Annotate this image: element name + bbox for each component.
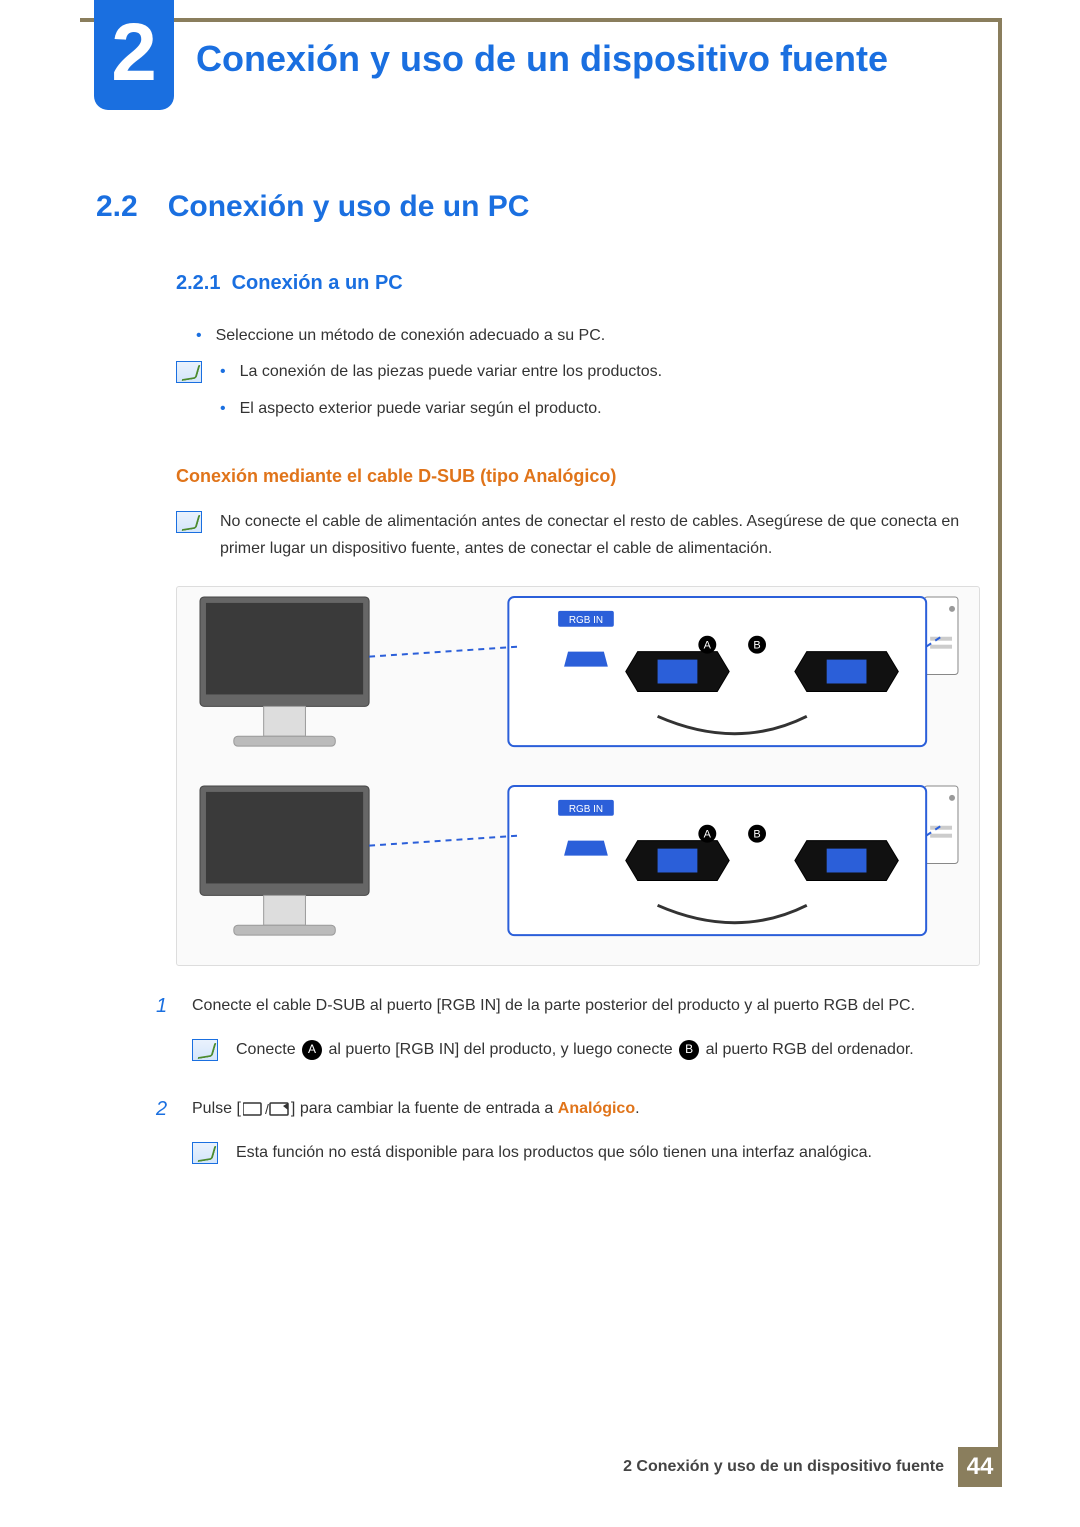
note-text: El aspecto exterior puede variar según e… <box>240 396 602 422</box>
step2-part: ] para cambiar la fuente de entrada a <box>291 1100 558 1117</box>
letter-a-icon: A <box>302 1040 322 1060</box>
bullet-icon: • <box>220 396 226 422</box>
right-rule <box>998 18 1002 1467</box>
label-a: A <box>704 829 712 841</box>
step2-text: Pulse [ / ] para cambiar la fuente de entr… <box>192 1095 980 1124</box>
step2-note-text: Esta función no está disponible para los… <box>236 1144 872 1161</box>
step2-part: Pulse [ <box>192 1100 241 1117</box>
subsection-title: Conexión a un PC <box>232 272 403 294</box>
source-button-icon: / <box>243 1101 289 1117</box>
label-b: B <box>753 640 760 652</box>
section-heading: 2.2 Conexión y uso de un PC <box>96 190 980 224</box>
note-step1: Conecte A al puerto [RGB IN] del product… <box>192 1037 980 1063</box>
note-icon <box>176 361 202 383</box>
footer-text: 2 Conexión y uso de un dispositivo fuent… <box>623 1458 944 1476</box>
note-icon <box>192 1039 218 1061</box>
step-2: 2 Pulse [ / ] para cambiar la fuente de en… <box>156 1095 980 1172</box>
page-footer: 2 Conexión y uso de un dispositivo fuent… <box>623 1447 1002 1487</box>
note-text: No conecte el cable de alimentación ante… <box>220 513 959 556</box>
step1-text: Conecte el cable D-SUB al puerto [RGB IN… <box>192 992 980 1021</box>
bullet-icon: • <box>196 323 202 349</box>
step1-note-part: al puerto [RGB IN] del producto, y luego… <box>329 1041 678 1058</box>
bullet-text: Seleccione un método de conexión adecuad… <box>216 323 606 349</box>
note-text: La conexión de las piezas puede variar e… <box>240 359 662 385</box>
rgb-in-label: RGB IN <box>569 615 603 626</box>
chapter-number-badge: 2 <box>94 0 174 110</box>
subsection-number: 2.2.1 <box>176 272 220 294</box>
step1-note-part: Conecte <box>236 1041 300 1058</box>
rgb-in-label: RGB IN <box>569 804 603 815</box>
connection-diagram: RGB IN A B <box>176 586 980 966</box>
bullet-select-method: • Seleccione un método de conexión adecu… <box>196 323 980 349</box>
letter-b-icon: B <box>679 1040 699 1060</box>
connection-dsub-heading: Conexión mediante el cable D-SUB (tipo A… <box>176 466 980 487</box>
step1-note-part: al puerto RGB del ordenador. <box>706 1041 914 1058</box>
section-number: 2.2 <box>96 190 138 223</box>
note-block-1: • La conexión de las piezas puede variar… <box>176 359 980 432</box>
page-number: 44 <box>958 1447 1002 1487</box>
label-b: B <box>753 829 760 841</box>
bullet-icon: • <box>220 359 226 385</box>
note1-line2: • El aspecto exterior puede variar según… <box>220 396 980 422</box>
step2-part: . <box>635 1100 639 1117</box>
step-number: 1 <box>156 992 174 1069</box>
step-number: 2 <box>156 1095 174 1172</box>
subsection-heading: 2.2.1 Conexión a un PC <box>176 272 980 295</box>
label-a: A <box>704 640 712 652</box>
note-icon <box>176 511 202 533</box>
chapter-title: Conexión y uso de un dispositivo fuente <box>196 38 888 80</box>
note-icon <box>192 1142 218 1164</box>
svg-text:/: / <box>265 1101 269 1117</box>
note-block-2: No conecte el cable de alimentación ante… <box>176 509 980 562</box>
note1-line1: • La conexión de las piezas puede variar… <box>220 359 980 385</box>
top-rule <box>80 18 1000 22</box>
section-title: Conexión y uso de un PC <box>168 190 530 223</box>
note-step2: Esta función no está disponible para los… <box>192 1140 980 1166</box>
step-1: 1 Conecte el cable D-SUB al puerto [RGB … <box>156 992 980 1069</box>
keyword-analogico: Analógico <box>558 1100 635 1117</box>
